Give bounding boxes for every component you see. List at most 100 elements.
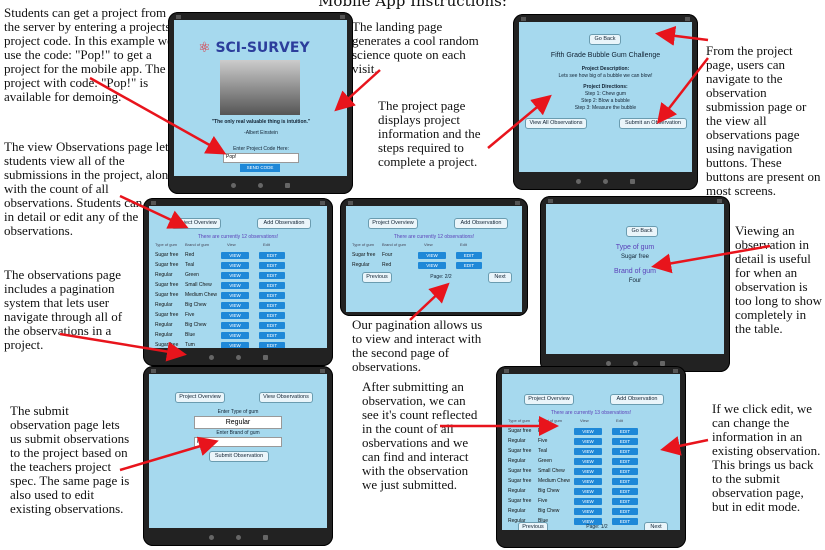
note-project-page: The project page displays project inform…: [378, 98, 481, 169]
brand-label: Brand of gum: [613, 268, 657, 275]
table-header-cell: Type of gum: [508, 418, 531, 423]
page-indicator: Page: 1/2: [586, 524, 608, 530]
gum-type-cell: Regular: [155, 322, 173, 328]
view-button[interactable]: VIEW: [574, 508, 602, 515]
edit-button[interactable]: EDIT: [259, 332, 285, 339]
table-row: Regular Green VIEW EDIT: [155, 271, 325, 281]
gum-type-cell: Regular: [155, 332, 173, 338]
note-edit: If we click edit, we can change the info…: [712, 401, 821, 514]
observation-count: There are currently 12 observations!: [197, 234, 279, 240]
edit-button[interactable]: EDIT: [612, 518, 638, 525]
view-button[interactable]: VIEW: [221, 322, 249, 329]
go-back-button[interactable]: Go Back: [626, 226, 658, 237]
view-button[interactable]: VIEW: [221, 282, 249, 289]
view-button[interactable]: VIEW: [574, 488, 602, 495]
phone-detail: Go Back Type of gum Sugar free Brand of …: [540, 196, 730, 372]
table-header: Type of gum Brand of gum View Edit: [352, 241, 520, 251]
next-button[interactable]: Next: [644, 522, 668, 530]
edit-button[interactable]: EDIT: [259, 312, 285, 319]
view-button[interactable]: VIEW: [418, 252, 446, 259]
previous-button[interactable]: Previous: [518, 522, 548, 530]
edit-button[interactable]: EDIT: [612, 458, 638, 465]
view-button[interactable]: VIEW: [574, 448, 602, 455]
edit-button[interactable]: EDIT: [259, 342, 285, 348]
brand-input[interactable]: Five: [194, 437, 282, 447]
submit-observation-button[interactable]: Submit an Observation: [619, 118, 687, 129]
edit-button[interactable]: EDIT: [259, 252, 285, 259]
gum-brand-cell: Tum: [185, 342, 195, 348]
view-button[interactable]: VIEW: [574, 428, 602, 435]
add-observation-button[interactable]: Add Observation: [610, 394, 664, 405]
table-row: Regular Big Chew VIEW EDIT: [508, 487, 678, 497]
previous-button[interactable]: Previous: [362, 272, 392, 283]
gum-type-cell: Sugar free: [508, 478, 532, 484]
edit-button[interactable]: EDIT: [259, 262, 285, 269]
type-input[interactable]: Regular: [194, 416, 282, 429]
view-button[interactable]: VIEW: [574, 478, 602, 485]
view-button[interactable]: VIEW: [574, 468, 602, 475]
edit-button[interactable]: EDIT: [612, 498, 638, 505]
edit-button[interactable]: EDIT: [259, 272, 285, 279]
gum-type-cell: Sugar free: [155, 292, 179, 298]
view-all-observations-button[interactable]: View All Observations: [525, 118, 587, 129]
edit-button[interactable]: EDIT: [456, 262, 482, 269]
edit-button[interactable]: EDIT: [612, 508, 638, 515]
code-label: Enter Project Code Here:: [233, 146, 289, 152]
quote-author: -Albert Einstein: [244, 130, 278, 136]
table-row: Sugar free Teal VIEW EDIT: [155, 261, 325, 271]
view-button[interactable]: VIEW: [221, 292, 249, 299]
table-header-cell: Type of gum: [155, 242, 178, 247]
gum-type-cell: Sugar free: [508, 428, 532, 434]
edit-button[interactable]: EDIT: [259, 322, 285, 329]
view-button[interactable]: VIEW: [221, 272, 249, 279]
project-overview-button[interactable]: Project Overview: [368, 218, 418, 229]
description-label: Project Description:: [581, 66, 630, 72]
submit-observation-button[interactable]: Submit Observation: [209, 451, 269, 462]
view-button[interactable]: VIEW: [418, 262, 446, 269]
project-overview-button[interactable]: Project Overview: [524, 394, 574, 405]
view-button[interactable]: VIEW: [221, 262, 249, 269]
code-input[interactable]: Pop!: [223, 153, 299, 163]
observations-table: Type of gum Brand of gum View Edit Sugar fre…: [508, 417, 678, 527]
phone-observations-updated: Project Overview Add Observation There a…: [496, 366, 686, 548]
view-button[interactable]: VIEW: [574, 498, 602, 505]
step-3: Step 3: Measure the bubble: [574, 105, 637, 111]
view-button[interactable]: VIEW: [221, 252, 249, 259]
send-code-button[interactable]: SEND CODE: [240, 164, 280, 172]
table-row: Regular Big Chew VIEW EDIT: [155, 321, 325, 331]
edit-button[interactable]: EDIT: [612, 468, 638, 475]
view-button[interactable]: VIEW: [574, 458, 602, 465]
phone-submit: Project Overview View Observations Enter…: [143, 366, 333, 546]
table-row: Sugar free Small Chew VIEW EDIT: [508, 467, 678, 477]
add-observation-button[interactable]: Add Observation: [454, 218, 508, 229]
table-header-cell: Brand of gum: [538, 418, 563, 423]
add-observation-button[interactable]: Add Observation: [257, 218, 311, 229]
edit-button[interactable]: EDIT: [612, 478, 638, 485]
view-button[interactable]: VIEW: [574, 438, 602, 445]
edit-button[interactable]: EDIT: [259, 302, 285, 309]
edit-button[interactable]: EDIT: [259, 292, 285, 299]
table-header-cell: Edit: [263, 242, 270, 247]
gum-brand-cell: Four: [382, 252, 393, 258]
table-row: Regular Five VIEW EDIT: [508, 437, 678, 447]
view-button[interactable]: VIEW: [221, 302, 249, 309]
go-back-button[interactable]: Go Back: [589, 34, 621, 45]
view-observations-button[interactable]: View Observations: [259, 392, 313, 403]
edit-button[interactable]: EDIT: [612, 428, 638, 435]
next-button[interactable]: Next: [488, 272, 512, 283]
step-1: Step 1: Chew gum: [584, 91, 627, 97]
project-overview-button[interactable]: Project Overview: [175, 392, 225, 403]
edit-button[interactable]: EDIT: [612, 438, 638, 445]
observation-count: There are currently 13 observations!: [550, 410, 632, 416]
view-button[interactable]: VIEW: [221, 332, 249, 339]
edit-button[interactable]: EDIT: [612, 488, 638, 495]
view-button[interactable]: VIEW: [221, 342, 249, 348]
view-button[interactable]: VIEW: [221, 312, 249, 319]
phone-project: Go Back Fifth Grade Bubble Gum Challenge…: [513, 14, 698, 190]
edit-button[interactable]: EDIT: [612, 448, 638, 455]
gum-brand-cell: Teal: [185, 262, 195, 268]
edit-button[interactable]: EDIT: [456, 252, 482, 259]
project-overview-button[interactable]: Project Overview: [171, 218, 221, 229]
edit-button[interactable]: EDIT: [259, 282, 285, 289]
table-header-cell: Edit: [460, 242, 467, 247]
